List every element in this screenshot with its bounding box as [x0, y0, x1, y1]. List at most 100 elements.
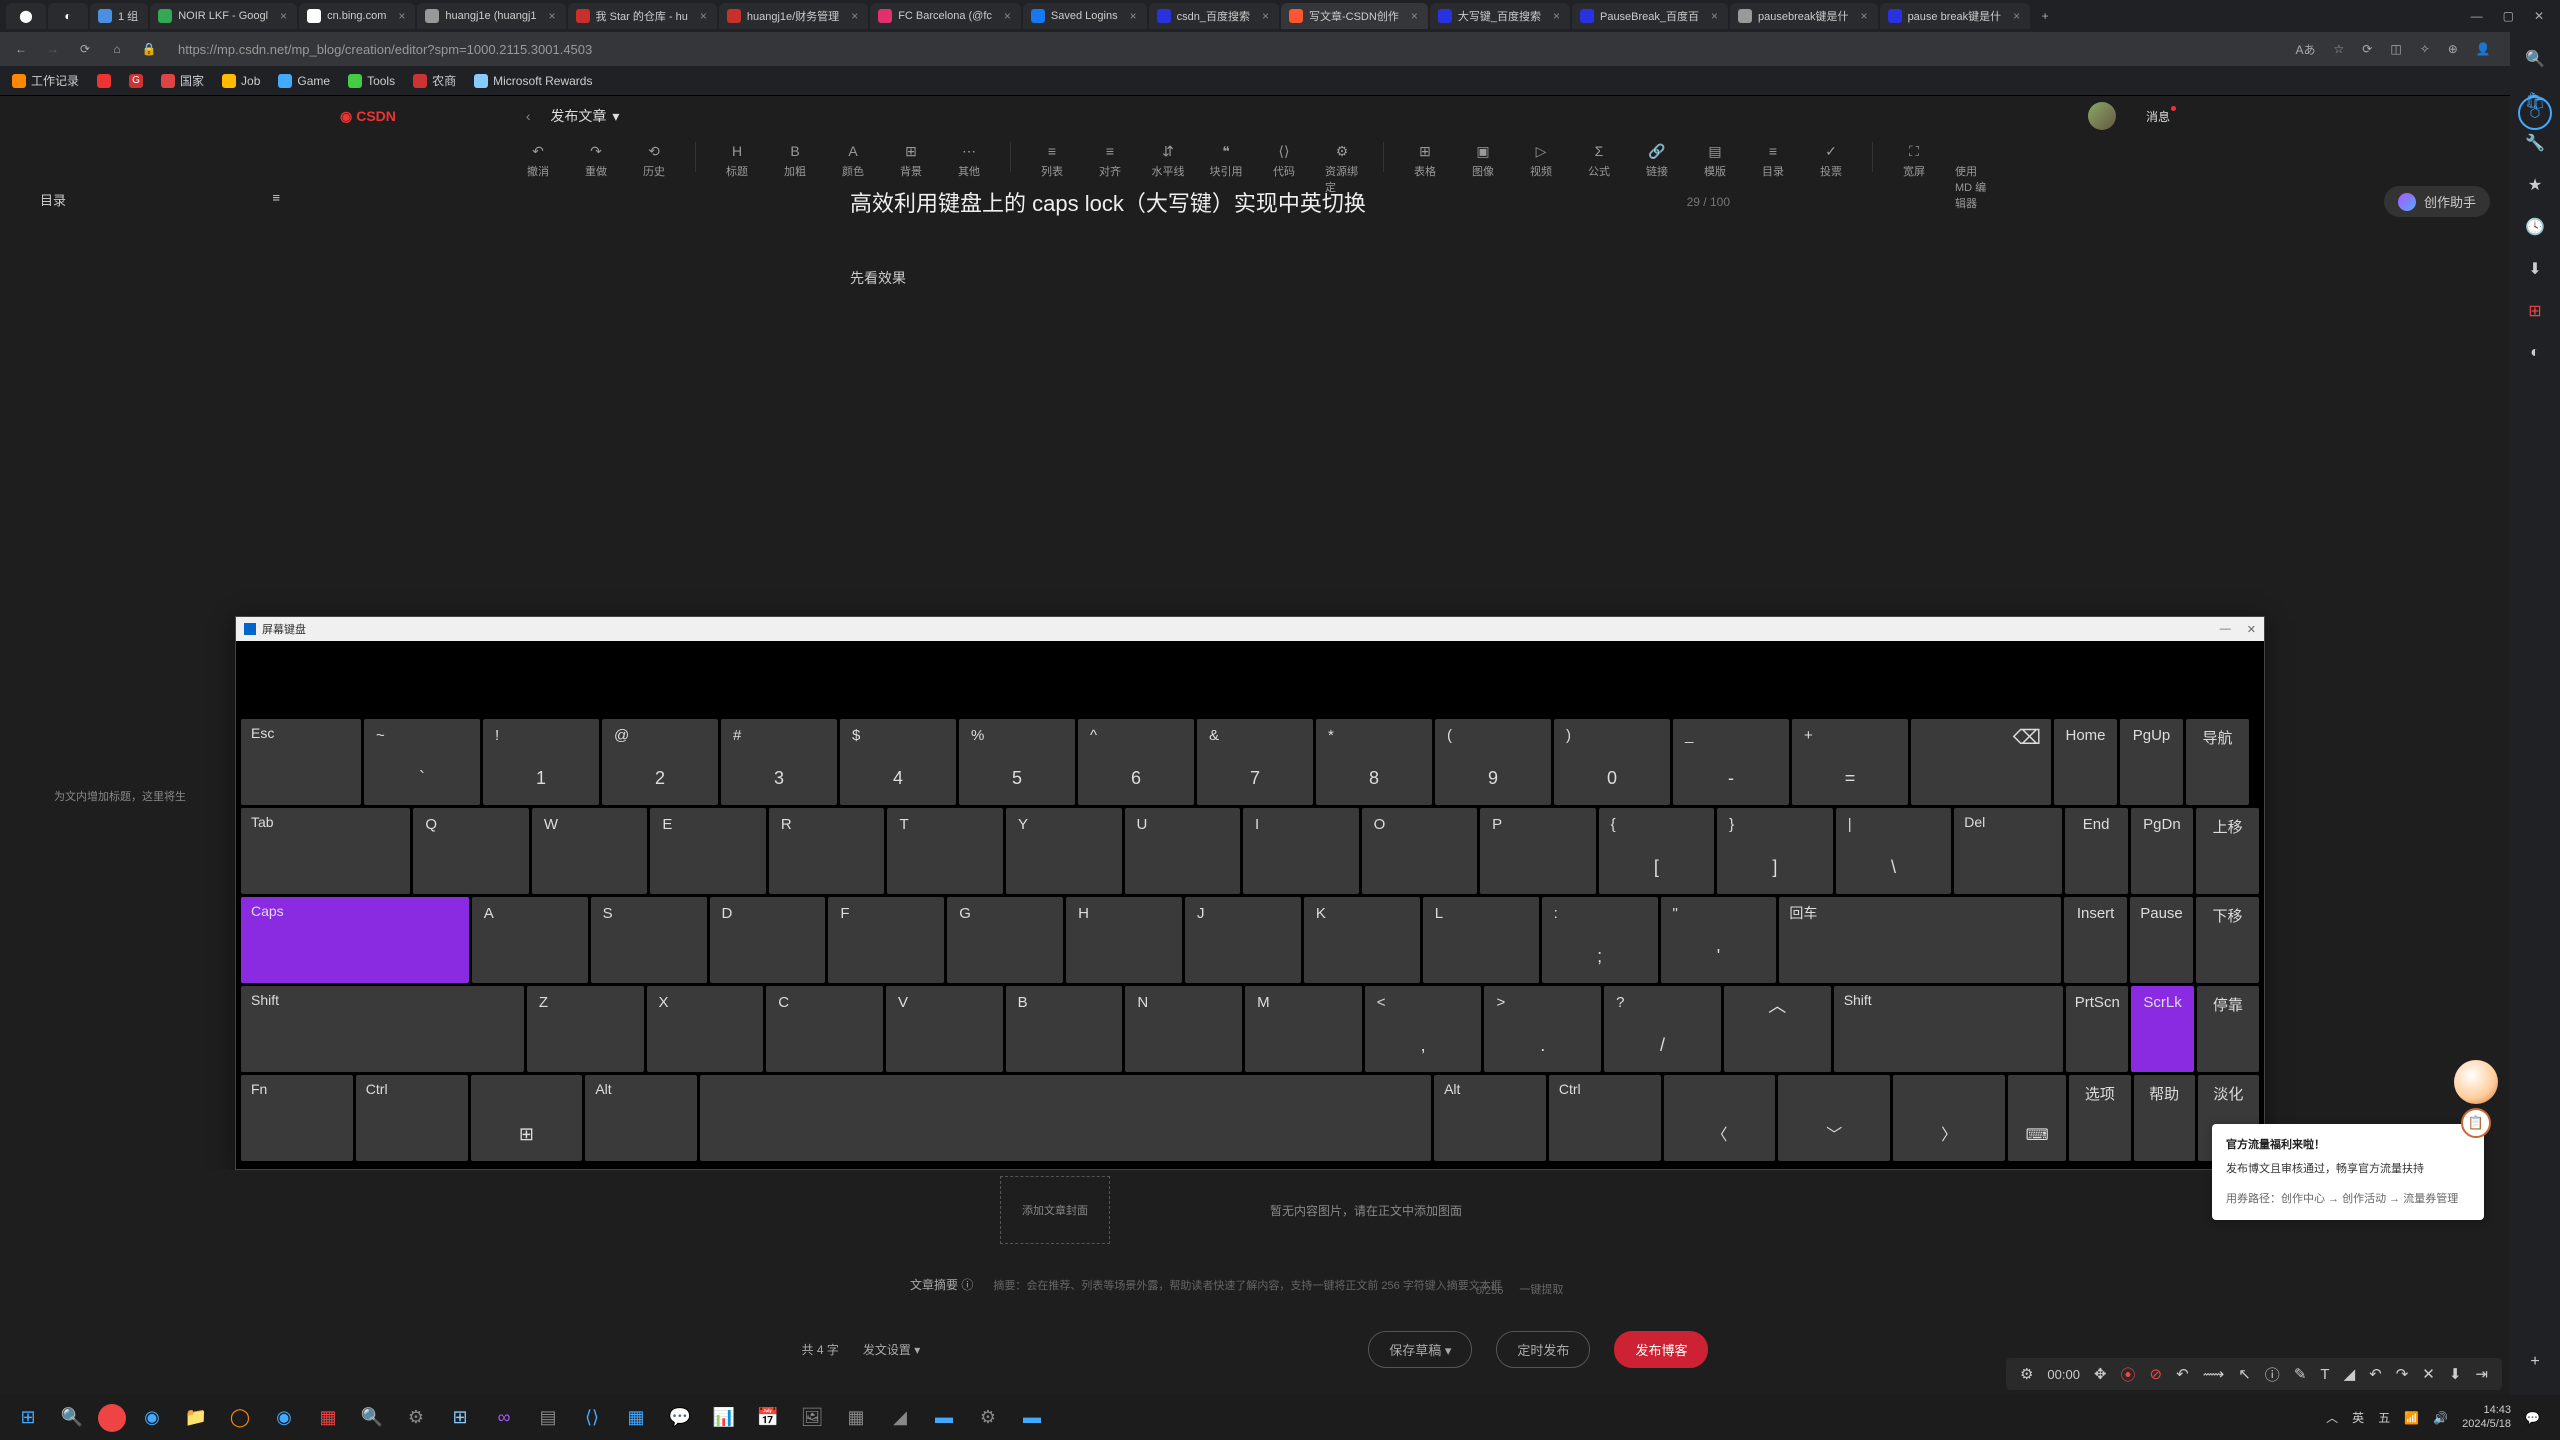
- key[interactable]: Tab: [241, 808, 410, 894]
- key[interactable]: E: [650, 808, 766, 894]
- toolbar-button[interactable]: ≡目录: [1756, 142, 1790, 179]
- key[interactable]: Fn: [241, 1075, 353, 1161]
- taskbar-app[interactable]: ⚙: [970, 1400, 1006, 1436]
- key[interactable]: ?/: [1604, 986, 1721, 1072]
- close-icon[interactable]: ✕: [2247, 623, 2256, 636]
- close-icon[interactable]: ×: [700, 9, 707, 23]
- key-选项[interactable]: 选项: [2069, 1075, 2130, 1161]
- move-icon[interactable]: ✥: [2094, 1365, 2107, 1383]
- key[interactable]: S: [591, 897, 707, 983]
- tab[interactable]: 大写键_百度搜索×: [1430, 3, 1570, 29]
- taskbar-app[interactable]: 📊: [706, 1400, 742, 1436]
- key[interactable]: Esc: [241, 719, 361, 805]
- toolbar-button[interactable]: B加粗: [778, 142, 812, 179]
- tab[interactable]: 我 Star 的仓库 - hu×: [568, 3, 717, 29]
- key-上移[interactable]: 上移: [2196, 808, 2259, 894]
- key-停靠[interactable]: 停靠: [2197, 986, 2259, 1072]
- key[interactable]: Del: [1954, 808, 2062, 894]
- key[interactable]: W: [532, 808, 648, 894]
- mascot-widget[interactable]: 📋: [2448, 1060, 2504, 1140]
- key[interactable]: G: [947, 897, 1063, 983]
- schedule-button[interactable]: 定时发布: [1496, 1331, 1590, 1368]
- key[interactable]: {[: [1599, 808, 1715, 894]
- taskbar-app[interactable]: ▦: [310, 1400, 346, 1436]
- toolbar-button[interactable]: H标题: [720, 142, 754, 179]
- toolbar-button[interactable]: ⇵水平线: [1151, 142, 1185, 179]
- toolbar-button[interactable]: ✓投票: [1814, 142, 1848, 179]
- messages-link[interactable]: 消息: [2146, 108, 2170, 125]
- toolbar-button[interactable]: ↷重做: [579, 142, 613, 179]
- toolbar-button[interactable]: ⊞背景: [894, 142, 928, 179]
- toolbar-button[interactable]: 🔗链接: [1640, 142, 1674, 179]
- bookmark[interactable]: Tools: [348, 74, 395, 88]
- publish-button[interactable]: 发布博客: [1614, 1331, 1708, 1368]
- close-icon[interactable]: ×: [851, 9, 858, 23]
- tab[interactable]: cn.bing.com×: [299, 3, 415, 29]
- key[interactable]: 〈: [1664, 1075, 1776, 1161]
- taskbar-app[interactable]: ▬: [926, 1400, 962, 1436]
- tools-icon[interactable]: 🔧: [2522, 130, 2548, 156]
- tab-active[interactable]: 写文章-CSDN创作×: [1281, 3, 1428, 29]
- toolbar-button[interactable]: ⟲历史: [637, 142, 671, 179]
- tab[interactable]: huangj1e/财务管理×: [719, 3, 868, 29]
- undo-icon[interactable]: ↶: [2176, 1365, 2189, 1383]
- key[interactable]: C: [766, 986, 883, 1072]
- key-Pause[interactable]: Pause: [2130, 897, 2193, 983]
- key-帮助[interactable]: 帮助: [2134, 1075, 2195, 1161]
- taskbar-app[interactable]: ▬: [1014, 1400, 1050, 1436]
- avatar[interactable]: [2088, 102, 2116, 130]
- url-text[interactable]: https://mp.csdn.net/mp_blog/creation/edi…: [178, 42, 592, 57]
- gear-icon[interactable]: ⚙: [2020, 1365, 2033, 1383]
- tray-chevron-icon[interactable]: ︿: [2326, 1409, 2338, 1426]
- key[interactable]: *8: [1316, 719, 1432, 805]
- toolbar-button[interactable]: ≡对齐: [1093, 142, 1127, 179]
- osk-titlebar[interactable]: 屏幕键盘 —✕: [236, 617, 2264, 641]
- key[interactable]: M: [1245, 986, 1362, 1072]
- close-icon[interactable]: ×: [2013, 9, 2020, 23]
- close-icon[interactable]: ×: [280, 9, 287, 23]
- editor-area[interactable]: 高效利用键盘上的 caps lock（大写键）实现中英切换 29 / 100 先…: [850, 186, 1730, 288]
- key[interactable]: ﹀: [1778, 1075, 1890, 1161]
- tab[interactable]: PauseBreak_百度百×: [1572, 3, 1728, 29]
- key[interactable]: 〉: [1893, 1075, 2005, 1161]
- close-icon[interactable]: ×: [1861, 9, 1868, 23]
- key[interactable]: K: [1304, 897, 1420, 983]
- key[interactable]: J: [1185, 897, 1301, 983]
- key[interactable]: ^6: [1078, 719, 1194, 805]
- bookmark[interactable]: [97, 74, 111, 88]
- tab[interactable]: Saved Logins×: [1023, 3, 1147, 29]
- taskbar-app[interactable]: ◢: [882, 1400, 918, 1436]
- key[interactable]: )0: [1554, 719, 1670, 805]
- tab[interactable]: csdn_百度搜索×: [1149, 3, 1279, 29]
- close-icon[interactable]: ×: [1411, 9, 1418, 23]
- key[interactable]: :;: [1542, 897, 1658, 983]
- apps-icon[interactable]: ⊞: [2522, 298, 2548, 324]
- key[interactable]: ︿: [1724, 986, 1831, 1072]
- star-icon[interactable]: ★: [2522, 172, 2548, 198]
- tab[interactable]: huangj1e (huangj1×: [417, 3, 565, 29]
- key[interactable]: Alt: [585, 1075, 697, 1161]
- key[interactable]: A: [472, 897, 588, 983]
- close-icon[interactable]: ×: [549, 9, 556, 23]
- save-draft-button[interactable]: 保存草稿 ▾: [1368, 1331, 1472, 1368]
- toolbar-button[interactable]: ▣图像: [1466, 142, 1500, 179]
- toolbar-button[interactable]: ⋯其他: [952, 142, 986, 179]
- cube-icon[interactable]: ⬡: [2518, 96, 2552, 130]
- close-icon[interactable]: ×: [398, 9, 405, 23]
- key[interactable]: T: [887, 808, 1003, 894]
- lock-icon[interactable]: 🔒: [140, 42, 158, 56]
- key[interactable]: I: [1243, 808, 1359, 894]
- toolbar-button[interactable]: ⊞表格: [1408, 142, 1442, 179]
- tab[interactable]: FC Barcelona (@fc×: [870, 3, 1021, 29]
- bookmark[interactable]: G: [129, 74, 143, 88]
- taskbar-app[interactable]: ◯: [222, 1400, 258, 1436]
- split-icon[interactable]: ◫: [2390, 42, 2401, 56]
- pen-icon[interactable]: ✎: [2294, 1365, 2307, 1383]
- key[interactable]: (9: [1435, 719, 1551, 805]
- key[interactable]: Alt: [1434, 1075, 1546, 1161]
- bookmark[interactable]: Game: [278, 74, 330, 88]
- history-icon[interactable]: 🕓: [2522, 214, 2548, 240]
- volume-icon[interactable]: 🔊: [2433, 1411, 2448, 1425]
- key[interactable]: <,: [1365, 986, 1482, 1072]
- performance-icon[interactable]: ◐: [2522, 340, 2548, 366]
